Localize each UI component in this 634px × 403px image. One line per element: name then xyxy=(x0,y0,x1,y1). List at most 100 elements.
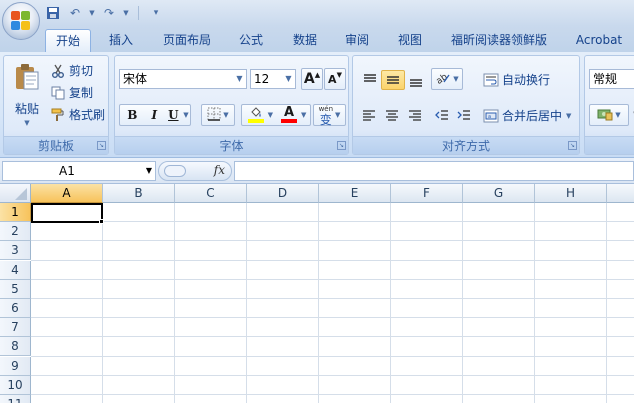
tab-formulas[interactable]: 公式 xyxy=(230,29,272,52)
select-all-corner[interactable] xyxy=(0,184,31,203)
column-gridline xyxy=(390,203,391,403)
active-cell-a1[interactable] xyxy=(31,203,103,223)
name-box-value: A1 xyxy=(59,164,75,178)
orientation-button[interactable]: ab ▼ xyxy=(431,68,463,90)
formula-bar-collapse-icon[interactable] xyxy=(164,165,186,177)
fill-handle[interactable] xyxy=(99,219,104,224)
customize-qat-icon[interactable]: ▾ xyxy=(147,5,165,21)
name-box-dropdown-icon[interactable]: ▼ xyxy=(146,162,152,180)
paste-button[interactable]: 粘贴 ▼ xyxy=(8,60,46,130)
column-header-c[interactable]: C xyxy=(175,184,247,203)
row-header-7[interactable]: 7 xyxy=(0,318,31,338)
font-color-dropdown-icon[interactable]: ▼ xyxy=(301,111,306,119)
row-gridline xyxy=(31,394,634,395)
tab-data[interactable]: 数据 xyxy=(284,29,326,52)
merge-center-dropdown-icon[interactable]: ▼ xyxy=(566,112,571,120)
orientation-dropdown-icon[interactable]: ▼ xyxy=(453,75,458,83)
cut-button[interactable]: 剪切 xyxy=(50,62,93,79)
tab-review[interactable]: 审阅 xyxy=(336,29,378,52)
undo-dropdown-icon[interactable]: ▼ xyxy=(88,5,96,21)
fill-color-dropdown-icon[interactable]: ▼ xyxy=(268,111,273,119)
alignment-dialog-launcher-icon[interactable]: ↘ xyxy=(568,141,577,150)
grow-arrow-icon: ▲ xyxy=(314,71,321,79)
office-button[interactable] xyxy=(2,2,40,40)
format-painter-icon xyxy=(50,107,66,123)
row-header-5[interactable]: 5 xyxy=(0,279,31,299)
font-color-swatch xyxy=(281,119,297,123)
tab-insert[interactable]: 插入 xyxy=(100,29,142,52)
underline-dropdown-icon[interactable]: ▼ xyxy=(183,111,188,119)
font-group: 宋体 ▼ 12 ▼ A ▲ A ▼ B I U ▼ ▼ ▼ A ▼ wén 变 … xyxy=(114,55,349,155)
italic-button[interactable]: I xyxy=(143,108,165,122)
align-right-icon[interactable] xyxy=(404,109,427,121)
title-bar: ↶ ▼ ↷ ▼ ▾ xyxy=(0,0,634,40)
row-header-10[interactable]: 10 xyxy=(0,375,31,395)
font-size-combo[interactable]: 12 ▼ xyxy=(250,69,296,89)
align-top-icon[interactable] xyxy=(359,70,381,90)
borders-button[interactable]: ▼ xyxy=(201,104,235,126)
row-header-4[interactable]: 4 xyxy=(0,260,31,280)
tab-home[interactable]: 开始 xyxy=(45,29,91,52)
column-header-g[interactable]: G xyxy=(463,184,535,203)
column-header-a[interactable]: A xyxy=(31,184,103,203)
increase-indent-icon[interactable] xyxy=(453,109,475,121)
row-header-6[interactable]: 6 xyxy=(0,299,31,318)
row-header-1[interactable]: 1 xyxy=(0,203,31,222)
align-bottom-icon[interactable] xyxy=(405,70,427,90)
copy-button[interactable]: 复制 xyxy=(50,84,93,101)
borders-dropdown-icon[interactable]: ▼ xyxy=(223,111,228,119)
save-icon[interactable] xyxy=(44,5,62,21)
column-header-d[interactable]: D xyxy=(247,184,319,203)
column-header-h[interactable]: H xyxy=(535,184,607,203)
decrease-indent-icon[interactable] xyxy=(431,109,453,121)
insert-function-icon[interactable]: fx xyxy=(214,163,225,177)
bold-button[interactable]: B xyxy=(121,108,143,122)
align-left-icon[interactable] xyxy=(358,109,381,121)
column-header-partial[interactable] xyxy=(607,184,634,203)
row-header-9[interactable]: 9 xyxy=(0,356,31,376)
phonetic-dropdown-icon[interactable]: ▼ xyxy=(335,111,340,119)
tab-foxit-reader[interactable]: 福昕阅读器领鲜版 xyxy=(443,29,555,52)
font-color-button[interactable]: A xyxy=(279,105,299,123)
fill-and-font-color-buttons: ▼ A ▼ xyxy=(241,104,311,126)
name-box[interactable]: A1 ▼ xyxy=(2,161,156,181)
font-name-dropdown-icon[interactable]: ▼ xyxy=(233,70,246,88)
clipboard-dialog-launcher-icon[interactable]: ↘ xyxy=(97,141,106,150)
column-header-f[interactable]: F xyxy=(391,184,463,203)
row-header-2[interactable]: 2 xyxy=(0,222,31,242)
merge-center-button[interactable]: a 合并后居中 ▼ xyxy=(483,107,571,124)
underline-button[interactable]: U xyxy=(165,108,181,122)
accounting-format-button[interactable]: ▼ xyxy=(589,104,629,126)
font-color-glyph: A xyxy=(283,105,295,120)
grow-font-button[interactable]: A ▲ xyxy=(301,68,323,90)
undo-icon[interactable]: ↶ xyxy=(66,5,84,21)
number-group-label: 数 xyxy=(585,136,634,154)
fill-color-button[interactable] xyxy=(246,107,266,123)
font-name-combo[interactable]: 宋体 ▼ xyxy=(119,69,247,89)
formula-input[interactable] xyxy=(234,161,634,181)
font-size-dropdown-icon[interactable]: ▼ xyxy=(282,70,295,88)
redo-icon[interactable]: ↷ xyxy=(100,5,118,21)
tab-view[interactable]: 视图 xyxy=(389,29,431,52)
number-group: 常规 ▼ % 数 xyxy=(584,55,634,155)
worksheet-grid[interactable]: ABCDEFGH 1234567891011 xyxy=(0,184,634,403)
align-center-icon[interactable] xyxy=(381,109,404,121)
phonetic-guide-button[interactable]: wén 变 ▼ xyxy=(313,104,346,126)
number-format-combo[interactable]: 常规 xyxy=(589,69,634,89)
column-header-e[interactable]: E xyxy=(319,184,391,203)
align-middle-icon[interactable] xyxy=(381,70,405,90)
row-header-3[interactable]: 3 xyxy=(0,241,31,261)
font-dialog-launcher-icon[interactable]: ↘ xyxy=(337,141,346,150)
tab-page-layout[interactable]: 页面布局 xyxy=(156,29,218,52)
redo-dropdown-icon[interactable]: ▼ xyxy=(122,5,130,21)
row-header-11[interactable]: 11 xyxy=(0,395,31,403)
tab-acrobat[interactable]: Acrobat xyxy=(568,29,630,52)
wrap-text-button[interactable]: 自动换行 xyxy=(483,71,550,88)
shrink-font-button[interactable]: A ▼ xyxy=(324,68,346,90)
column-header-b[interactable]: B xyxy=(103,184,175,203)
row-gridline xyxy=(31,298,634,299)
row-gridline xyxy=(31,221,634,223)
format-painter-button[interactable]: 格式刷 xyxy=(50,106,105,123)
row-header-8[interactable]: 8 xyxy=(0,337,31,357)
accounting-dropdown-icon[interactable]: ▼ xyxy=(615,111,620,119)
